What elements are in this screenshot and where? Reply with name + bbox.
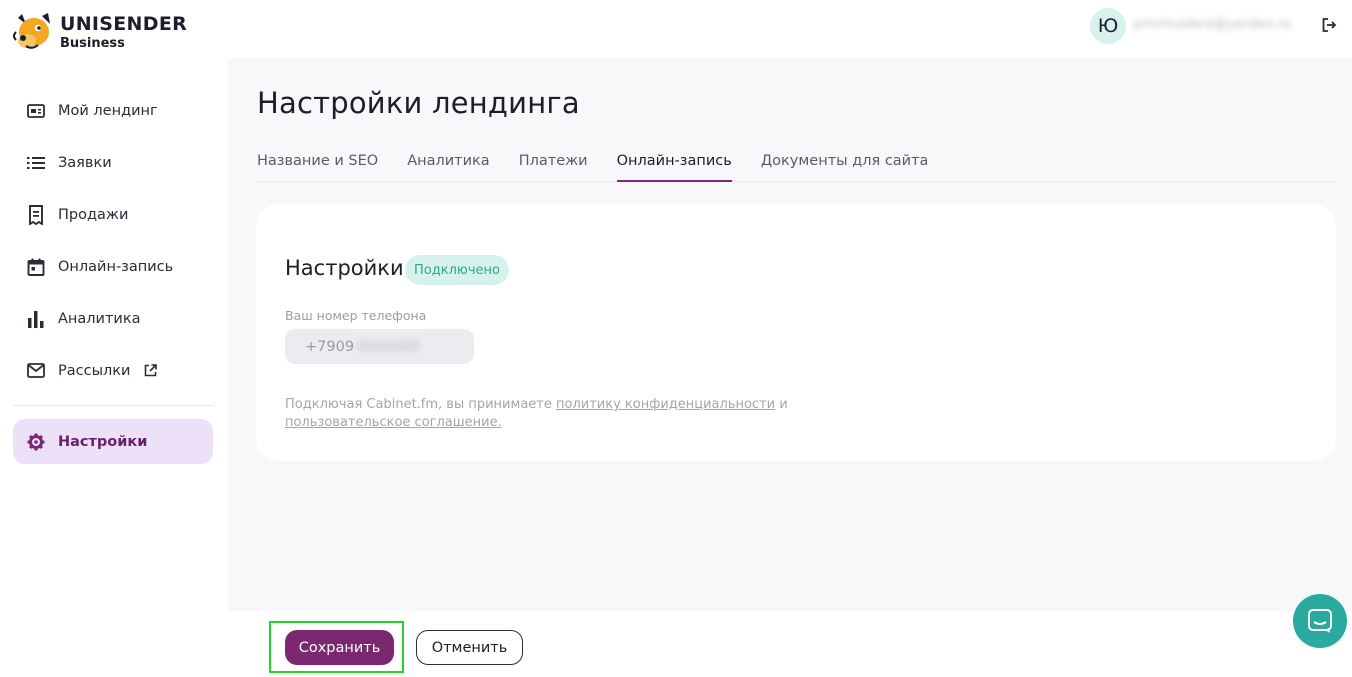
tab-bar: Название и SEO Аналитика Платежи Онлайн-… <box>257 153 1335 182</box>
tab-online-booking[interactable]: Онлайн-запись <box>616 153 732 182</box>
receipt-icon <box>27 204 45 225</box>
logout-icon[interactable] <box>1321 17 1337 33</box>
phone-hidden-digits: 0000000 <box>356 338 421 355</box>
terms-link[interactable]: пользовательское соглашение. <box>285 415 502 430</box>
calendar-icon <box>27 258 45 276</box>
sidebar-item-analytics[interactable]: Аналитика <box>13 296 213 341</box>
brand-name: UNISENDER <box>60 12 188 35</box>
sidebar-item-label: Продажи <box>58 206 129 223</box>
chat-button[interactable] <box>1293 594 1347 648</box>
card-title: Настройки <box>285 256 404 280</box>
save-button[interactable]: Сохранить <box>285 630 394 665</box>
sidebar-item-label: Заявки <box>58 154 112 171</box>
legal-prefix: Подключая Cabinet.fm, вы принимаете <box>285 397 556 412</box>
tab-site-documents[interactable]: Документы для сайта <box>761 153 929 182</box>
sidebar-item-my-landing[interactable]: Мой лендинг <box>13 88 213 133</box>
gear-icon <box>27 433 45 451</box>
avatar[interactable]: Ю <box>1090 8 1126 44</box>
chat-icon <box>1308 609 1332 633</box>
sidebar-item-mailings[interactable]: Рассылки <box>13 348 213 393</box>
phone-prefix: +7909 <box>305 338 355 355</box>
bar-chart-icon <box>27 310 45 328</box>
phone-field-label: Ваш номер телефона <box>285 308 427 323</box>
tab-payments[interactable]: Платежи <box>519 153 588 182</box>
brand-sub: Business <box>60 35 125 51</box>
main-content: Настройки лендинга Название и SEO Аналит… <box>228 58 1352 611</box>
sidebar-item-label: Рассылки <box>58 362 131 379</box>
mail-icon <box>27 362 45 380</box>
sidebar-item-online-booking[interactable]: Онлайн-запись <box>13 244 213 289</box>
legal-and: и <box>775 397 788 412</box>
external-link-icon <box>144 364 158 377</box>
sidebar-item-label: Настройки <box>58 433 148 450</box>
settings-card: Настройки Подключено Ваш номер телефона … <box>256 204 1336 461</box>
sidebar-item-requests[interactable]: Заявки <box>13 140 213 185</box>
sidebar-item-sales[interactable]: Продажи <box>13 192 213 237</box>
phone-field[interactable]: +7909 0000000 <box>285 329 474 364</box>
tab-name-seo[interactable]: Название и SEO <box>257 153 378 182</box>
sidebar-item-label: Онлайн-запись <box>58 258 174 275</box>
sidebar-divider <box>13 405 213 406</box>
page-title: Настройки лендинга <box>257 86 580 120</box>
user-email: yrmrhuidera@yandex.ru <box>1133 17 1292 32</box>
legal-notice: Подключая Cabinet.fm, вы принимаете поли… <box>285 396 805 432</box>
status-badge: Подключено <box>405 255 509 285</box>
landing-icon <box>27 102 45 120</box>
sidebar: UNISENDER Business Мой лендинг Заявки Пр… <box>0 0 228 677</box>
sidebar-item-label: Аналитика <box>58 310 141 327</box>
sidebar-item-settings[interactable]: Настройки <box>13 419 213 464</box>
tab-analytics[interactable]: Аналитика <box>407 153 490 182</box>
dog-logo-icon <box>13 13 50 49</box>
brand-logo[interactable]: UNISENDER Business <box>12 12 187 52</box>
sidebar-item-label: Мой лендинг <box>58 102 158 119</box>
list-icon <box>27 154 45 172</box>
cancel-button[interactable]: Отменить <box>416 630 523 665</box>
sidebar-nav: Мой лендинг Заявки Продажи Онлайн-запись <box>13 86 213 464</box>
privacy-policy-link[interactable]: политику конфиденциальности <box>556 397 775 412</box>
